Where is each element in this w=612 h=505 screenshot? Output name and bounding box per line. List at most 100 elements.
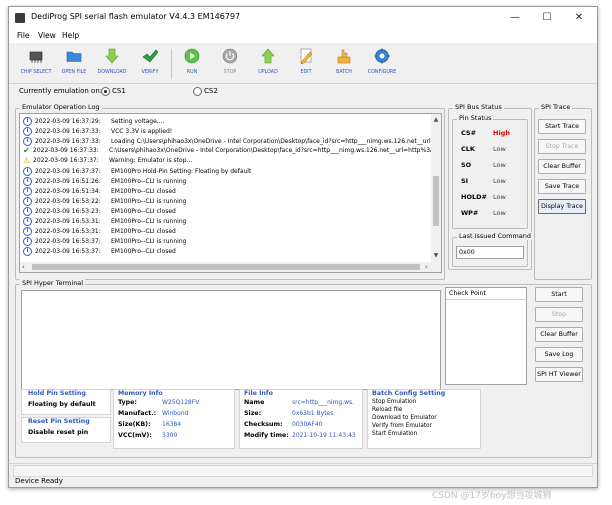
spi-bus-status-title: SPI Bus Status	[453, 103, 504, 111]
chip-select-button[interactable]: CHIP SELECT	[19, 46, 53, 80]
info-icon: i	[23, 167, 32, 176]
minimize-button[interactable]: —	[505, 11, 525, 25]
upload-arrow-icon	[261, 48, 275, 64]
log-scroll-thumb[interactable]	[433, 176, 439, 226]
log-hscroll-thumb[interactable]	[32, 264, 420, 270]
log-message: EM100Pro--CLI closed	[111, 228, 176, 235]
log-row: i 2022-03-09 16:51:26: EM100Pro--CLI is ru…	[23, 177, 186, 186]
ht-clear-buffer-button[interactable]: Clear Buffer	[535, 327, 583, 342]
batch-config-panel: Batch Config Setting Stop Emulation Reloa…	[367, 389, 481, 449]
menu-file[interactable]: File	[17, 31, 30, 40]
chip-select-label: CHIP SELECT	[20, 70, 52, 75]
file-info-value: 0x63b1 Bytes	[292, 410, 334, 417]
save-trace-button[interactable]: Save Trace	[538, 179, 586, 194]
batch-step: Start Emulation	[372, 431, 418, 437]
last-command-title: Last Issued Command	[457, 232, 534, 240]
clear-trace-buffer-button[interactable]: Clear Buffer	[538, 159, 586, 174]
log-timestamp: 2022-03-09 16:53:37:	[35, 248, 101, 255]
log-timestamp: 2022-03-09 16:53:37:	[35, 238, 101, 245]
display-trace-button[interactable]: Display Trace	[538, 199, 586, 214]
warning-icon: ⚠	[23, 156, 31, 165]
check-point-panel[interactable]: Check Point	[445, 287, 527, 385]
close-button[interactable]: ✕	[569, 11, 589, 25]
log-message: EM100Pro--CLI is running	[111, 238, 187, 245]
status-bar: Device Ready	[9, 463, 597, 487]
download-button[interactable]: DOWNLOAD	[95, 46, 129, 80]
log-message: Warning: Emulator is stop...	[109, 157, 193, 164]
log-row: i 2022-03-09 16:51:34: EM100Pro--CLI close…	[23, 187, 176, 196]
info-icon: i	[23, 237, 32, 246]
log-row: i 2022-03-09 16:53:22: EM100Pro--CLI is ru…	[23, 197, 186, 206]
run-button[interactable]: RUN	[175, 46, 209, 80]
pin-name: WP#	[461, 209, 479, 217]
cs2-radio[interactable]	[193, 87, 202, 96]
pin-value: Low	[493, 209, 506, 217]
upload-label: UPLOAD	[258, 70, 278, 75]
cs1-radio[interactable]	[101, 87, 110, 96]
memory-info-value: Winbond	[162, 410, 189, 417]
log-message: Setting voltage....	[111, 118, 165, 125]
log-vertical-scrollbar[interactable]: ▲ ▼	[431, 114, 441, 262]
gear-icon	[374, 48, 390, 64]
configure-button[interactable]: CONFIGURE	[365, 46, 399, 80]
ht-save-log-button[interactable]: Save Log	[535, 347, 583, 362]
memory-info-title: Memory Info	[118, 390, 163, 397]
main-window: DediProg SPI serial flash emulator V4.4.…	[8, 6, 598, 488]
pin-value: High	[493, 129, 510, 137]
log-row: ✔ 2022-03-09 16:37:33: C:\Users\phihao3x\O…	[23, 147, 434, 156]
power-icon	[222, 48, 238, 64]
batch-step: Reload file	[372, 407, 403, 413]
log-message: EM100Pro Hold-Pin Setting: Floating by d…	[111, 168, 252, 175]
file-info-label: Size:	[244, 410, 262, 417]
scroll-right-icon[interactable]: ›	[425, 263, 428, 271]
cs2-label: CS2	[204, 87, 218, 95]
memory-info-value: W25Q128FV	[162, 399, 200, 406]
log-timestamp: 2022-03-09 16:53:31:	[35, 218, 101, 225]
log-timestamp: 2022-03-09 16:37:29:	[35, 118, 101, 125]
hyper-terminal-output[interactable]	[21, 290, 441, 390]
last-command-value: 0x00	[456, 246, 524, 259]
open-file-button[interactable]: OPEN FILE	[57, 46, 91, 80]
reset-pin-title: Reset Pin Setting	[28, 418, 90, 425]
log-timestamp: 2022-03-09 16:37:33:	[35, 128, 101, 135]
scroll-up-icon[interactable]: ▲	[432, 116, 440, 124]
batch-button[interactable]: BATCH	[327, 46, 361, 80]
scroll-left-icon[interactable]: ‹	[22, 263, 25, 271]
log-message: EM100Pro--CLI is running	[111, 218, 187, 225]
info-icon: i	[23, 217, 32, 226]
app-chip-icon	[15, 13, 25, 23]
stop-button[interactable]: STOP	[213, 46, 247, 80]
menu-help[interactable]: Help	[62, 31, 79, 40]
status-text: Device Ready	[15, 477, 63, 485]
ht-stop-button[interactable]: Stop	[535, 307, 583, 322]
operation-log-list[interactable]: i 2022-03-09 16:37:29: Setting voltage....…	[19, 113, 442, 273]
spi-ht-viewer-button[interactable]: SPI HT Viewer	[535, 367, 583, 382]
memory-info-value: 16384	[162, 421, 182, 428]
pin-value: Low	[493, 161, 506, 169]
log-message: EM100Pro--CLI is running	[111, 178, 187, 185]
verify-button[interactable]: VERIFY	[133, 46, 167, 80]
ht-start-button[interactable]: Start	[535, 287, 583, 302]
info-icon: i	[23, 207, 32, 216]
start-trace-button[interactable]: Start Trace	[538, 119, 586, 134]
info-icon: i	[23, 117, 32, 126]
log-timestamp: 2022-03-09 16:37:37:	[35, 168, 101, 175]
play-icon	[184, 48, 200, 64]
edit-button[interactable]: EDIT	[289, 46, 323, 80]
info-icon: i	[23, 137, 32, 146]
file-info-value: 0030AF40	[292, 421, 323, 428]
stop-trace-button[interactable]: Stop Trace	[538, 139, 586, 154]
status-progress-bar	[13, 465, 593, 477]
toolbar-separator	[171, 49, 172, 79]
upload-button[interactable]: UPLOAD	[251, 46, 285, 80]
pin-value: Low	[493, 177, 506, 185]
memory-info-label: VCC(mV):	[118, 432, 152, 439]
pin-status-title: Pin Status	[457, 114, 494, 122]
log-horizontal-scrollbar[interactable]: ‹ ›	[20, 262, 441, 272]
file-info-label: Modify time:	[244, 432, 289, 439]
success-check-icon: ✔	[23, 146, 30, 155]
scroll-down-icon[interactable]: ▼	[432, 252, 440, 260]
run-label: RUN	[186, 70, 198, 75]
maximize-button[interactable]: ☐	[537, 11, 557, 25]
menu-view[interactable]: View	[38, 31, 56, 40]
